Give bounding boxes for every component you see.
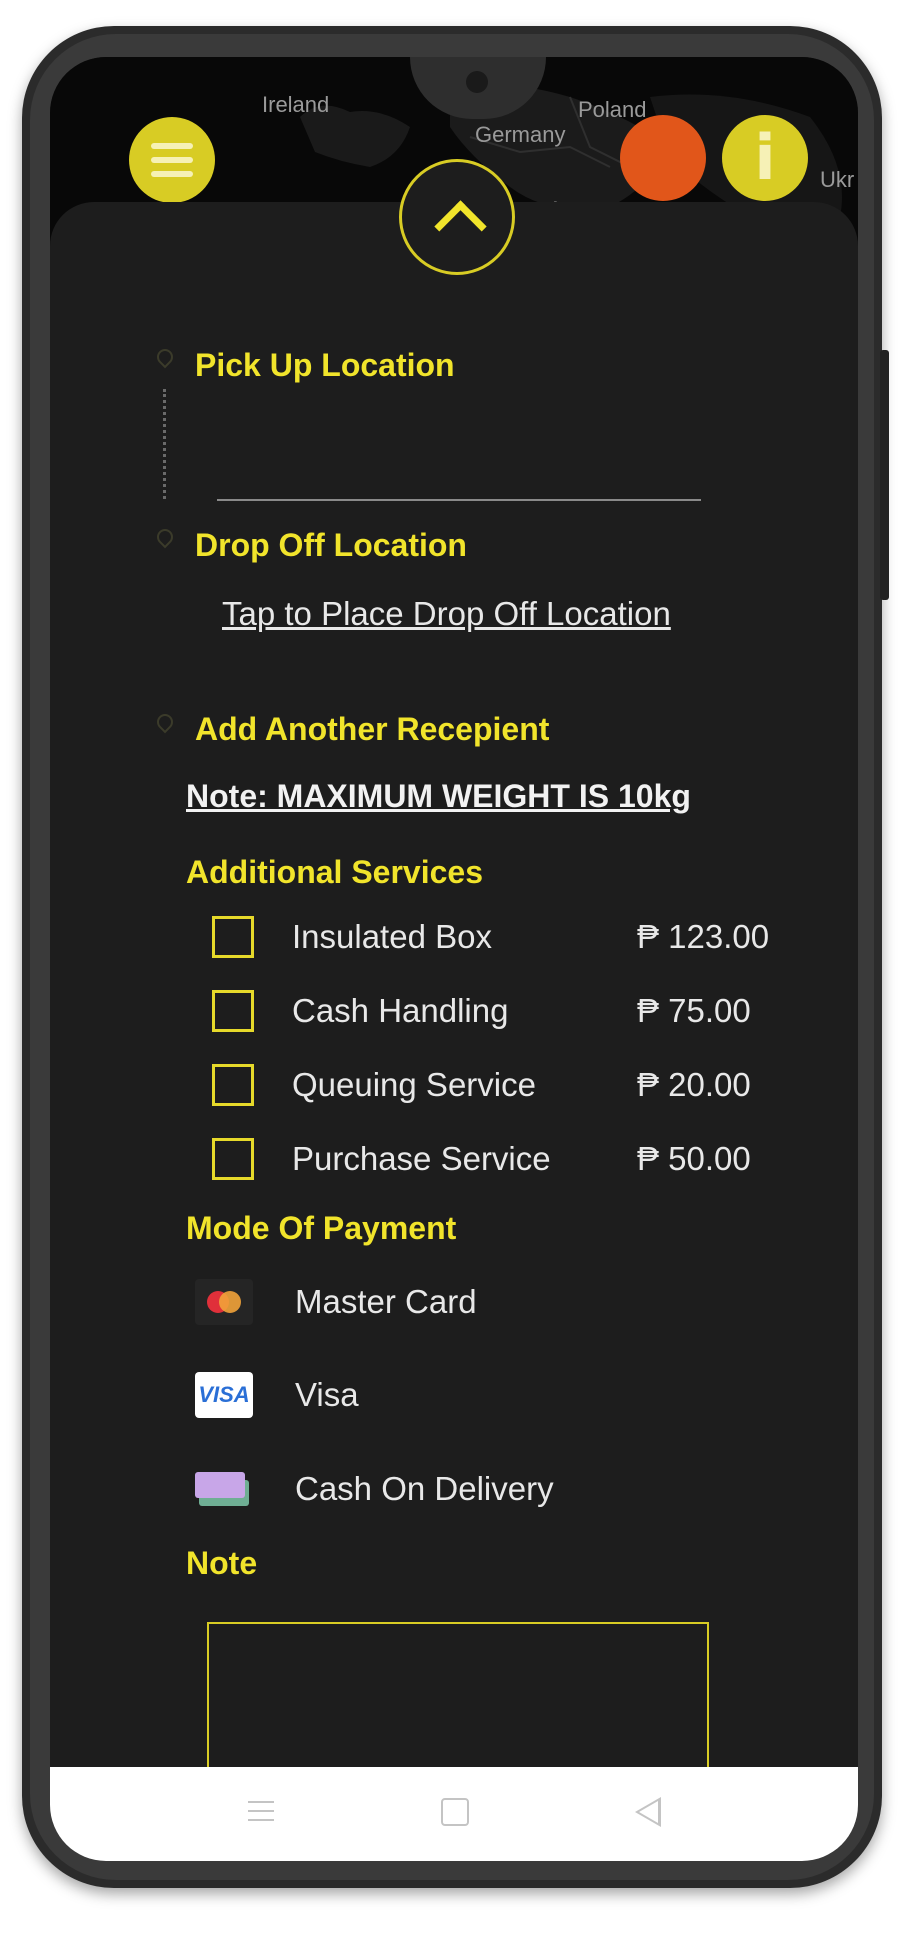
payment-label: Master Card xyxy=(295,1283,477,1320)
map-label-germany: Germany xyxy=(475,122,566,147)
mastercard-icon xyxy=(195,1279,253,1325)
app-screen: Ireland Germany Poland Ukr A i Pick Up L… xyxy=(50,57,858,1861)
orange-action-button[interactable] xyxy=(620,115,706,201)
purchase-service-checkbox[interactable] xyxy=(212,1138,254,1180)
payment-option-cash-on-delivery[interactable]: Cash On Delivery xyxy=(195,1460,695,1520)
service-price: ₱ 123.00 xyxy=(637,918,770,955)
service-row-purchase-service[interactable]: Purchase Service ₱ 50.00 xyxy=(212,1134,812,1186)
add-recipient-button[interactable]: Add Another Recepient xyxy=(195,711,549,748)
info-icon: i xyxy=(754,121,776,194)
mode-of-payment-title: Mode Of Payment xyxy=(186,1210,457,1246)
note-title: Note xyxy=(186,1545,258,1581)
service-row-cash-handling[interactable]: Cash Handling ₱ 75.00 xyxy=(212,986,812,1038)
service-row-insulated-box[interactable]: Insulated Box ₱ 123.00 xyxy=(212,912,812,964)
service-name: Purchase Service xyxy=(292,1140,551,1177)
home-nav-icon[interactable] xyxy=(441,1798,469,1826)
menu-nav-icon[interactable] xyxy=(244,1795,278,1829)
pickup-location-label: Pick Up Location xyxy=(195,347,455,383)
hamburger-menu-icon-bar xyxy=(151,171,193,177)
place-dropoff-link[interactable]: Tap to Place Drop Off Location xyxy=(222,595,671,633)
service-price: ₱ 75.00 xyxy=(637,992,751,1029)
service-name: Queuing Service xyxy=(292,1066,536,1103)
recipient-pin-icon xyxy=(156,714,172,736)
dropoff-location-label: Drop Off Location xyxy=(195,527,467,563)
menu-button[interactable] xyxy=(129,117,215,203)
map-label-ukraine: Ukr xyxy=(820,167,855,192)
map-label-poland: Poland xyxy=(578,97,647,122)
service-name: Insulated Box xyxy=(292,918,492,955)
service-price: ₱ 50.00 xyxy=(637,1140,751,1177)
pickup-pin-icon xyxy=(156,349,172,371)
visa-icon: VISA xyxy=(195,1372,253,1418)
info-button[interactable]: i xyxy=(722,115,808,201)
hamburger-menu-icon-bar xyxy=(151,157,193,163)
pickup-field-underline[interactable] xyxy=(217,499,701,501)
dropoff-pin-icon xyxy=(156,529,172,551)
route-dotted-line xyxy=(163,389,166,499)
weight-note: Note: MAXIMUM WEIGHT IS 10kg xyxy=(186,778,691,814)
hamburger-menu-icon xyxy=(151,143,193,149)
payment-label: Cash On Delivery xyxy=(295,1470,554,1507)
map-label-ireland: Ireland xyxy=(262,92,330,117)
additional-services-title: Additional Services xyxy=(186,854,483,890)
phone-side-button xyxy=(880,350,889,600)
queuing-service-checkbox[interactable] xyxy=(212,1064,254,1106)
cash-handling-checkbox[interactable] xyxy=(212,990,254,1032)
back-nav-icon[interactable] xyxy=(635,1797,661,1827)
collapse-panel-button[interactable] xyxy=(399,159,515,275)
service-name: Cash Handling xyxy=(292,992,509,1029)
service-row-queuing-service[interactable]: Queuing Service ₱ 20.00 xyxy=(212,1060,812,1112)
payment-option-visa[interactable]: VISA Visa xyxy=(195,1366,695,1426)
payment-label: Visa xyxy=(295,1376,359,1413)
cash-icon xyxy=(195,1466,253,1512)
payment-option-mastercard[interactable]: Master Card xyxy=(195,1273,695,1333)
front-camera xyxy=(466,71,488,93)
service-price: ₱ 20.00 xyxy=(637,1066,751,1103)
system-navigation-bar xyxy=(50,1767,858,1861)
insulated-box-checkbox[interactable] xyxy=(212,916,254,958)
